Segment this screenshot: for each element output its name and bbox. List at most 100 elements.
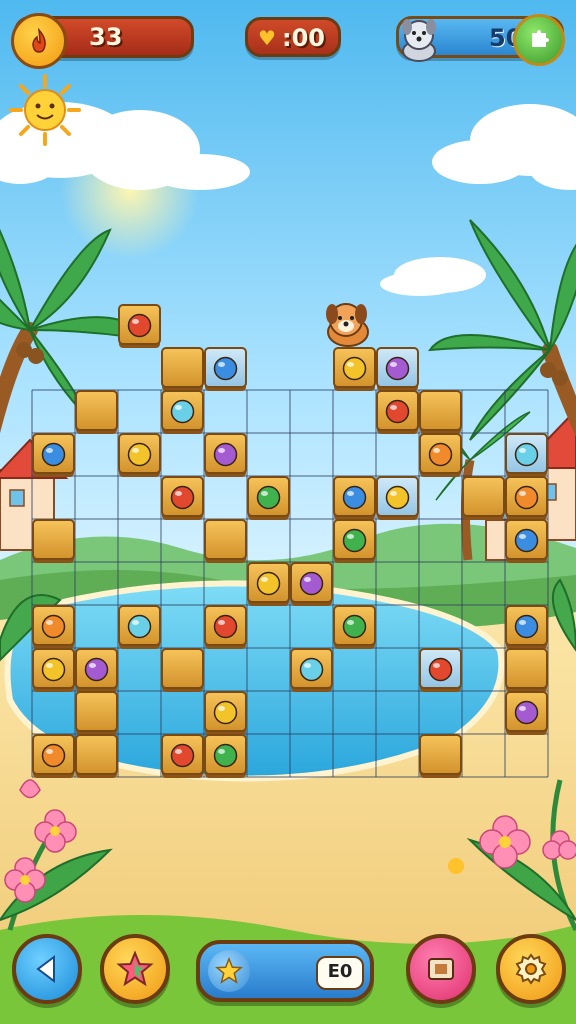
tile-face <box>75 390 118 431</box>
tile[interactable] <box>75 390 118 434</box>
cupcake-icon <box>342 485 367 510</box>
tile-face <box>505 648 548 689</box>
coin-counter: 33 <box>11 13 194 69</box>
back-button[interactable] <box>12 934 82 1004</box>
tile[interactable] <box>419 433 462 477</box>
tile[interactable] <box>290 648 333 692</box>
sun-icon <box>9 74 81 146</box>
tile[interactable] <box>118 304 161 348</box>
saturn-icon <box>385 485 410 510</box>
tile-face <box>204 519 247 560</box>
puzzle-icon[interactable] <box>513 14 565 66</box>
tile-face <box>32 519 75 560</box>
tile[interactable] <box>75 734 118 778</box>
tile[interactable] <box>333 476 376 520</box>
timer: ♥ :00 <box>245 17 341 57</box>
teapot-icon <box>213 614 238 639</box>
coin-count: 33 <box>89 23 123 51</box>
tile[interactable] <box>75 648 118 692</box>
candy-icon <box>41 657 66 682</box>
cards-button[interactable] <box>406 934 476 1004</box>
tile-face <box>419 734 462 775</box>
purple-flask-icon <box>514 485 539 510</box>
tile[interactable] <box>204 433 247 477</box>
tile[interactable] <box>419 390 462 434</box>
tile-face <box>75 691 118 732</box>
tile[interactable] <box>333 347 376 391</box>
tile[interactable] <box>204 691 247 735</box>
tile[interactable] <box>247 476 290 520</box>
progress-panel: E0 <box>196 940 374 1002</box>
star-icon <box>208 950 250 992</box>
frog-icon <box>514 614 539 639</box>
tile[interactable] <box>75 691 118 735</box>
tile[interactable] <box>118 605 161 649</box>
tile[interactable] <box>32 433 75 477</box>
tile[interactable] <box>161 648 204 692</box>
tile[interactable] <box>204 519 247 563</box>
tile[interactable] <box>118 433 161 477</box>
kitten-icon <box>428 657 453 682</box>
game-scene <box>0 0 576 1024</box>
bear-icon <box>41 614 66 639</box>
teal-bug-icon <box>385 399 410 424</box>
wood-stick-icon <box>342 528 367 553</box>
yellow-bird-icon <box>41 442 66 467</box>
tile[interactable] <box>290 562 333 606</box>
tile[interactable] <box>161 390 204 434</box>
blue-bottle-icon <box>514 528 539 553</box>
tile[interactable] <box>32 519 75 563</box>
tile-face <box>161 648 204 689</box>
tile[interactable] <box>32 605 75 649</box>
gourd-icon <box>127 442 152 467</box>
tile[interactable] <box>161 734 204 778</box>
score-counter: 50 <box>396 14 565 66</box>
yellow-chick-icon <box>170 485 195 510</box>
tile[interactable] <box>161 476 204 520</box>
red-ball-icon <box>428 442 453 467</box>
tile[interactable] <box>505 691 548 735</box>
tile[interactable] <box>419 734 462 778</box>
puppy-icon <box>402 19 436 62</box>
tile[interactable] <box>333 519 376 563</box>
tile[interactable] <box>247 562 290 606</box>
tile[interactable] <box>333 605 376 649</box>
back-arrow-icon <box>36 955 55 983</box>
star-powerup-button[interactable] <box>100 934 170 1004</box>
tile-face <box>462 476 505 517</box>
tile[interactable] <box>376 390 419 434</box>
tile[interactable] <box>161 347 204 391</box>
yellow-hat-icon <box>385 356 410 381</box>
puppy-mascot <box>326 303 369 347</box>
tile[interactable] <box>505 648 548 692</box>
tile[interactable] <box>204 734 247 778</box>
banana-icon <box>342 356 367 381</box>
heart-icon: ♥ <box>258 26 276 50</box>
tile[interactable] <box>505 433 548 477</box>
gear-icon <box>515 953 547 985</box>
timer-value: :00 <box>282 24 325 52</box>
tile[interactable] <box>204 347 247 391</box>
tile[interactable] <box>32 648 75 692</box>
gift-box-icon <box>170 399 195 424</box>
dolphin-icon <box>127 614 152 639</box>
blue-drop-icon <box>342 614 367 639</box>
tile[interactable] <box>376 347 419 391</box>
tile[interactable] <box>462 476 505 520</box>
flame-coin-icon <box>11 13 67 69</box>
tile[interactable] <box>505 476 548 520</box>
blue-pear-icon <box>213 700 238 725</box>
tile-face <box>161 347 204 388</box>
green-pear-icon <box>299 657 324 682</box>
tile-face <box>75 734 118 775</box>
tile[interactable] <box>505 519 548 563</box>
ketchup-icon <box>256 485 281 510</box>
tile[interactable] <box>32 734 75 778</box>
settings-button[interactable] <box>496 934 566 1004</box>
tile[interactable] <box>204 605 247 649</box>
red-monkey-icon <box>213 743 238 768</box>
tile[interactable] <box>376 476 419 520</box>
tile[interactable] <box>419 648 462 692</box>
tile[interactable] <box>505 605 548 649</box>
carrot-icon <box>299 571 324 596</box>
